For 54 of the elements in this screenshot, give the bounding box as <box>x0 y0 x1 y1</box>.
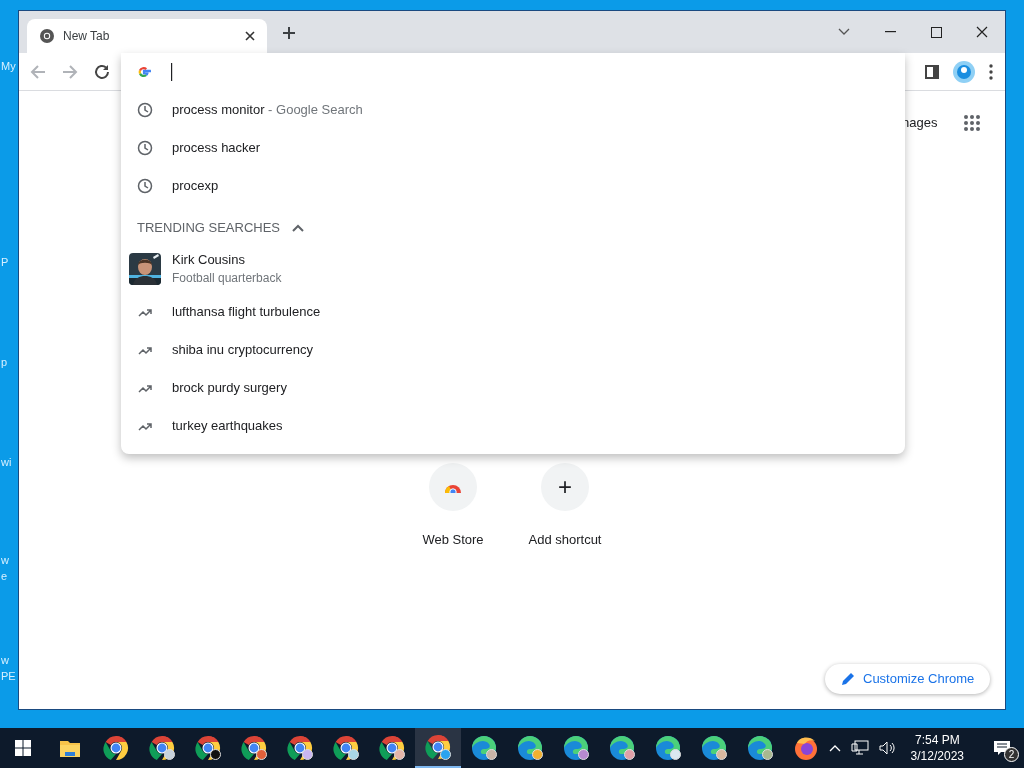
side-panel-icon[interactable] <box>925 64 939 79</box>
suggestion-row[interactable]: turkey earthquakes <box>121 407 905 445</box>
notifications-button[interactable]: 2 <box>980 728 1024 768</box>
apps-grid-icon[interactable] <box>963 114 981 132</box>
trending-icon <box>138 383 152 393</box>
close-icon <box>976 26 988 38</box>
chevron-down-icon <box>838 28 850 36</box>
shortcut-tile[interactable]: + Add shortcut <box>513 463 617 550</box>
text-cursor-icon <box>171 63 173 81</box>
trending-icon <box>138 421 152 431</box>
suggestion-row[interactable]: lufthansa flight turbulence <box>121 293 905 331</box>
suggestion-row[interactable]: process hacker <box>121 129 905 167</box>
suggestion-row[interactable]: Kirk Cousins Football quarterback <box>121 249 905 289</box>
web-store-icon <box>429 463 477 511</box>
browser-tab[interactable]: New Tab <box>27 19 267 53</box>
network-icon[interactable] <box>850 740 869 756</box>
customize-chrome-button[interactable]: Customize Chrome <box>825 664 991 694</box>
history-clock-icon <box>137 140 153 156</box>
suggestion-row[interactable]: shiba inu cryptocurrency <box>121 331 905 369</box>
menu-icon[interactable] <box>989 63 993 80</box>
suggestion-subtitle: Football quarterback <box>172 270 282 287</box>
clock-time: 7:54 PM <box>914 732 960 748</box>
suggestion-title: Kirk Cousins <box>172 251 246 269</box>
notification-count: 2 <box>1004 747 1019 762</box>
suggestion-row[interactable]: procexp <box>121 167 905 205</box>
google-icon <box>137 65 151 79</box>
suggestion-row[interactable]: brock purdy surgery <box>121 369 905 407</box>
reload-icon[interactable] <box>93 62 111 81</box>
add-shortcut-icon: + <box>541 463 589 511</box>
plus-icon <box>282 26 296 40</box>
history-clock-icon <box>137 178 153 194</box>
clock[interactable]: 7:54 PM 3/12/2023 <box>904 732 970 764</box>
pencil-icon <box>841 672 855 686</box>
shortcut-tile[interactable]: Web Store <box>401 463 505 550</box>
trending-icon <box>138 345 152 355</box>
chevron-up-icon[interactable] <box>292 224 305 232</box>
history-clock-icon <box>137 102 153 118</box>
folder-icon <box>58 738 81 758</box>
maximize-icon <box>930 26 942 38</box>
taskbar-app[interactable] <box>414 728 461 768</box>
profile-avatar-icon[interactable] <box>953 60 975 83</box>
chrome-logo-icon <box>102 735 129 761</box>
shortcut-label: Add shortcut <box>528 531 602 549</box>
volume-icon[interactable] <box>878 740 895 756</box>
trending-header: TRENDING SEARCHES <box>137 219 281 238</box>
suggestion-row[interactable]: process monitor - Google Search <box>121 91 905 129</box>
minimize-icon <box>884 31 896 33</box>
windows-logo-icon <box>15 740 32 756</box>
close-tab-icon[interactable] <box>245 31 255 41</box>
clock-date: 3/12/2023 <box>910 748 964 764</box>
chrome-logo-icon <box>39 28 55 44</box>
trending-icon <box>138 307 152 317</box>
firefox-logo-icon <box>792 735 819 761</box>
shortcut-label: Web Store <box>422 531 484 549</box>
